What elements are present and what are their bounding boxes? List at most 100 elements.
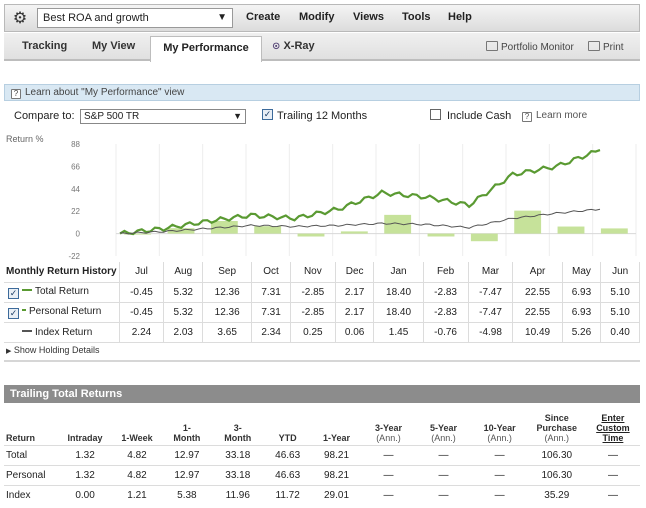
- table-cell: 7.31: [251, 282, 291, 303]
- menu-create[interactable]: Create: [246, 11, 280, 23]
- table-cell: 5.32: [163, 302, 204, 323]
- table-cell: —: [361, 484, 416, 505]
- table-cell: 2.17: [335, 302, 375, 323]
- chart-bar: [427, 233, 455, 237]
- col-header: Intraday: [58, 403, 112, 445]
- tab-my-performance[interactable]: My Performance: [150, 36, 262, 62]
- personal-return-checkbox[interactable]: ✓: [8, 307, 19, 319]
- month-header: Apr: [512, 262, 563, 283]
- table-cell: 0.40: [600, 322, 640, 343]
- table-cell: —: [415, 444, 472, 465]
- chart-bar: [470, 233, 498, 242]
- month-header: Dec: [335, 262, 375, 283]
- row-label-total[interactable]: ✓ Total Return: [4, 282, 120, 303]
- col-header: 1- Month: [162, 403, 212, 445]
- tab-tracking[interactable]: Tracking: [22, 40, 67, 52]
- table-row: Total 1.32 4.82 12.97 33.18 46.63 98.21 …: [4, 444, 640, 465]
- chart-bar: [514, 210, 542, 234]
- table-cell: 0.25: [290, 322, 336, 343]
- table-cell: 1.21: [112, 484, 162, 505]
- include-cash-checkbox[interactable]: [430, 109, 441, 120]
- table-cell: 12.97: [161, 464, 212, 485]
- month-header: Jan: [373, 262, 424, 283]
- table-cell: —: [361, 464, 416, 485]
- month-header: Jun: [600, 262, 640, 283]
- compare-select[interactable]: S&P 500 TR ▼: [80, 109, 246, 124]
- table-cell: 4.82: [112, 464, 162, 485]
- monthly-return-table: Monthly Return History Jul Aug Sep Oct N…: [4, 262, 640, 343]
- col-header-label: Since Purchase: [536, 412, 578, 433]
- table-cell: —: [415, 484, 472, 505]
- menu-modify[interactable]: Modify: [299, 11, 334, 23]
- row-label: Index Return: [35, 326, 93, 338]
- y-tick-label: 44: [71, 185, 80, 194]
- col-header-label: (Ann.): [544, 432, 570, 443]
- col-header-label: 3-Year: [374, 422, 402, 433]
- table-cell: —: [471, 484, 528, 505]
- table-cell: 12.97: [161, 444, 212, 465]
- help-icon: ?: [11, 89, 21, 99]
- table-cell: 33.18: [211, 444, 264, 465]
- table-cell: 0.00: [58, 484, 113, 505]
- table-cell: -7.47: [468, 302, 514, 323]
- table-cell: —: [585, 464, 640, 485]
- table-cell: 106.30: [527, 464, 586, 485]
- col-header: 3-Year (Ann.): [361, 403, 415, 445]
- table-cell: 18.40: [373, 282, 424, 303]
- table-row: ✓ Total Return -0.45 5.32 12.36 7.31 -2.8…: [4, 282, 640, 303]
- menu-tools[interactable]: Tools: [402, 11, 431, 23]
- table-cell: 22.55: [512, 282, 563, 303]
- portfolio-monitor-link[interactable]: Portfolio Monitor: [486, 41, 574, 53]
- row-label-personal[interactable]: ✓ Personal Return: [4, 302, 120, 323]
- enter-custom-time-link[interactable]: Enter Custom Time: [586, 403, 640, 445]
- col-header: YTD: [264, 403, 312, 445]
- print-label: Print: [603, 42, 624, 53]
- menu-views[interactable]: Views: [353, 11, 384, 23]
- col-header: Since Purchase (Ann.): [528, 403, 586, 445]
- learn-more-link[interactable]: ? Learn more: [522, 110, 587, 122]
- table-cell: —: [471, 444, 528, 465]
- col-header-label: (Ann.): [487, 432, 512, 443]
- col-header-label: 1-: [182, 422, 191, 433]
- col-header: 1-Year: [312, 403, 362, 445]
- table-cell: Total: [4, 444, 59, 465]
- table-cell: 6.93: [562, 302, 602, 323]
- portfolio-select-value: Best ROA and growth: [43, 12, 149, 24]
- table-cell: 35.29: [527, 484, 586, 505]
- table-cell: -0.45: [119, 302, 165, 323]
- month-header: Oct: [251, 262, 291, 283]
- trailing-header-row: Return Intraday 1-Week 1- Month 3- Month Y…: [4, 403, 640, 445]
- menu-help[interactable]: Help: [448, 11, 472, 23]
- col-header: 10-Year (Ann.): [472, 403, 528, 445]
- show-holding-details[interactable]: ▶ Show Holding Details: [6, 345, 99, 355]
- table-row: Index 0.00 1.21 5.38 11.96 11.72 29.01 —…: [4, 484, 640, 505]
- tab-my-view[interactable]: My View: [92, 40, 135, 52]
- trailing-checkbox[interactable]: ✓: [262, 109, 273, 120]
- learn-link[interactable]: Learn about "My Performance" view: [25, 87, 184, 98]
- trailing-label: Trailing 12 Months: [277, 110, 368, 122]
- tab-xray[interactable]: ⊙ X-Ray: [272, 40, 315, 52]
- col-header-label: 5-Year: [430, 422, 458, 433]
- month-header: Nov: [290, 262, 336, 283]
- table-cell: —: [471, 464, 528, 485]
- table-cell: 1.45: [373, 322, 424, 343]
- performance-chart: Return % 88 66 44 22 0 -22: [6, 134, 637, 260]
- total-return-checkbox[interactable]: ✓: [8, 287, 19, 299]
- divider: [4, 360, 640, 362]
- include-cash-label: Include Cash: [447, 110, 512, 122]
- info-bar[interactable]: ? Learn about "My Performance" view: [4, 84, 640, 101]
- chevron-down-icon: ▼: [233, 111, 242, 121]
- table-cell: 11.72: [263, 484, 312, 505]
- table-row: ✓ Personal Return -0.45 5.32 12.36 7.31 -…: [4, 302, 640, 323]
- col-header-label: Intraday: [67, 432, 103, 443]
- gear-icon[interactable]: ⚙: [11, 10, 29, 28]
- print-link[interactable]: Print: [588, 41, 624, 53]
- table-cell: 5.38: [161, 484, 212, 505]
- table-cell: 18.40: [373, 302, 424, 323]
- chart-bar: [340, 231, 368, 234]
- table-cell: 1.32: [58, 444, 113, 465]
- y-tick-label: 0: [76, 230, 81, 239]
- col-header-label: (Ann.): [376, 432, 401, 443]
- holding-label: Show Holding Details: [13, 345, 100, 355]
- portfolio-select[interactable]: Best ROA and growth ▼: [37, 8, 233, 28]
